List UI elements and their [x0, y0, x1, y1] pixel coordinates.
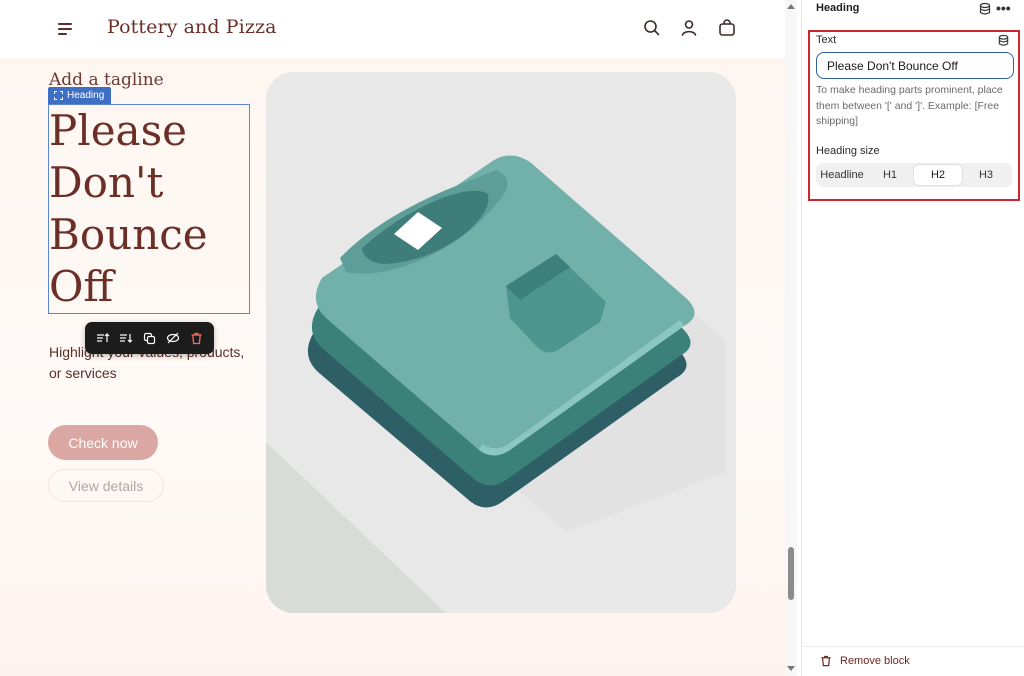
view-details-button[interactable]: View details	[48, 469, 164, 502]
scroll-down-arrow[interactable]	[787, 666, 795, 671]
search-icon[interactable]	[642, 18, 662, 38]
cart-icon[interactable]	[717, 18, 737, 38]
store-name[interactable]: Pottery and Pizza	[107, 16, 277, 38]
trash-icon	[821, 655, 831, 667]
check-now-button[interactable]: Check now	[48, 425, 158, 460]
scroll-thumb[interactable]	[788, 547, 794, 600]
chip-label: Heading	[67, 90, 105, 101]
move-up-icon	[96, 333, 110, 342]
size-option-headline[interactable]: Headline	[818, 165, 866, 185]
size-option-h2[interactable]: H2	[914, 165, 962, 185]
dynamic-source-icon[interactable]	[997, 34, 1010, 47]
menu-icon[interactable]	[56, 20, 76, 36]
trash-icon	[191, 332, 202, 344]
hero-heading[interactable]: Please Don't Bounce Off	[49, 105, 249, 313]
duplicate-button[interactable]	[139, 328, 159, 348]
panel-divider	[802, 646, 1024, 647]
duplicate-icon	[143, 332, 156, 344]
folded-shirts-illustration	[266, 72, 736, 613]
hide-icon	[166, 332, 179, 344]
delete-button[interactable]	[186, 328, 206, 348]
block-icon	[54, 91, 63, 100]
size-option-h3[interactable]: H3	[962, 165, 1010, 185]
hide-button[interactable]	[163, 328, 183, 348]
settings-panel: Heading ••• Text To make heading parts p…	[801, 0, 1024, 676]
text-label: Text	[816, 34, 837, 46]
heading-size-label: Heading size	[816, 145, 880, 157]
heading-size-selector: Headline H1 H2 H3	[816, 163, 1012, 187]
size-option-h1[interactable]: H1	[866, 165, 914, 185]
move-down-button[interactable]	[116, 328, 136, 348]
scroll-up-arrow[interactable]	[787, 4, 795, 9]
account-icon[interactable]	[679, 18, 699, 38]
remove-block-label: Remove block	[840, 655, 910, 667]
site-header: Pottery and Pizza	[0, 0, 785, 58]
move-down-icon	[120, 334, 133, 343]
selected-block-chip: Heading	[48, 87, 112, 104]
theme-preview: Pottery and Pizza Add a tagline Heading …	[0, 0, 785, 676]
hero-image[interactable]	[266, 72, 736, 613]
heading-text-input[interactable]	[816, 52, 1014, 79]
remove-block-button[interactable]: Remove block	[820, 655, 910, 667]
more-icon[interactable]: •••	[996, 0, 1011, 16]
panel-title: Heading	[816, 2, 860, 14]
text-help: To make heading parts prominent, place t…	[816, 84, 1003, 127]
preview-scrollbar[interactable]	[785, 0, 797, 676]
database-icon[interactable]	[978, 2, 992, 16]
block-toolbar	[85, 322, 214, 354]
move-up-button[interactable]	[93, 328, 113, 348]
